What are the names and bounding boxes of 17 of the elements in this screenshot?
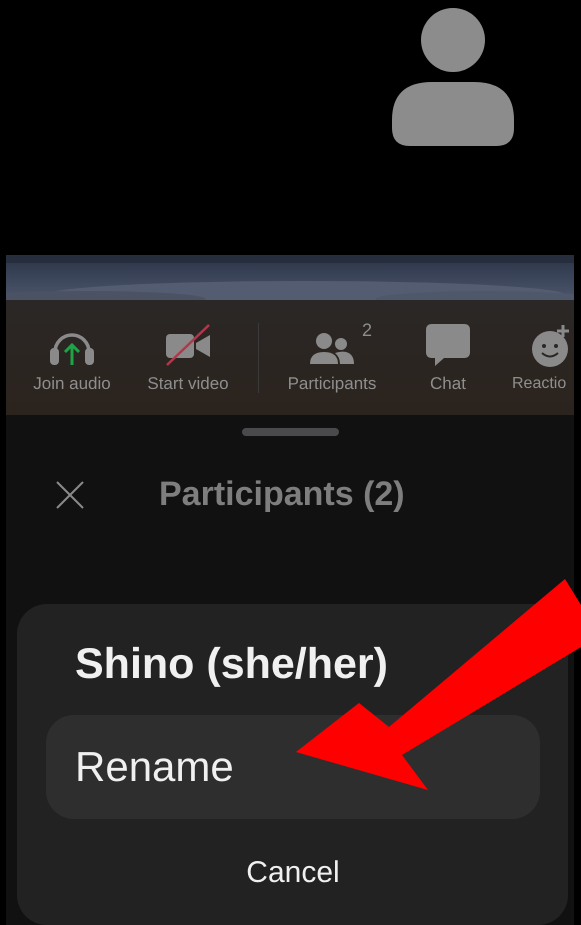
participant-count: 2: [362, 320, 372, 340]
video-off-icon: [165, 324, 211, 366]
headphones-icon: [49, 332, 95, 366]
participant-name: Shino (she/her): [75, 640, 389, 690]
cancel-button[interactable]: Cancel: [240, 855, 346, 892]
drag-handle[interactable]: [242, 428, 338, 436]
chat-icon: [426, 324, 470, 366]
toolbar-button[interactable]: 2 Participants: [274, 322, 390, 394]
close-icon: [56, 480, 84, 509]
reaction-icon: [530, 324, 570, 366]
toolbar-button[interactable]: Start video: [130, 322, 246, 394]
toolbar-button[interactable]: Join audio: [14, 322, 130, 394]
sheet-title: Participants (2): [159, 475, 405, 514]
toolbar-button[interactable]: Chat: [390, 322, 506, 394]
toolbar-button[interactable]: Reactio: [506, 322, 570, 392]
close-button[interactable]: [56, 480, 84, 509]
participants-icon: [310, 332, 354, 366]
